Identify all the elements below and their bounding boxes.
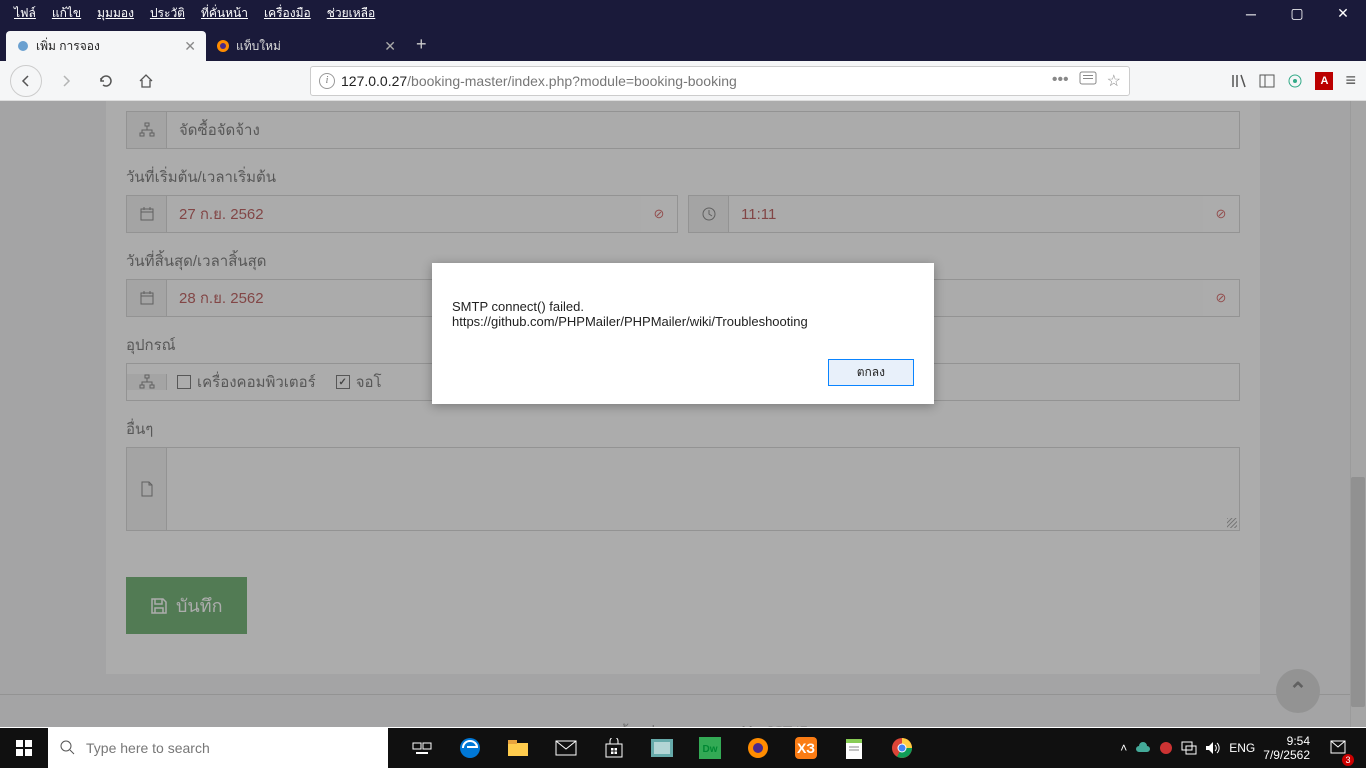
back-button[interactable] [10, 65, 42, 97]
store-icon[interactable] [590, 728, 638, 768]
tray-time: 9:54 [1263, 734, 1310, 748]
more-icon[interactable]: ••• [1052, 71, 1069, 91]
mail-icon[interactable] [542, 728, 590, 768]
menu-tools[interactable]: เครื่องมือ [258, 2, 317, 25]
task-view-icon[interactable] [398, 728, 446, 768]
library-icon[interactable] [1231, 73, 1247, 89]
tray-network-icon[interactable] [1181, 741, 1197, 755]
tab-inactive[interactable]: แท็บใหม่ ✕ [206, 31, 406, 61]
notepad-icon[interactable] [830, 728, 878, 768]
tab-inactive-title: แท็บใหม่ [236, 37, 281, 56]
url-host: 127.0.0.27 [341, 73, 407, 89]
addressbar: i 127.0.0.27 /booking-master/index.php?m… [0, 61, 1366, 101]
menu-file[interactable]: ไฟล์ [8, 2, 42, 25]
tab-close-icon[interactable]: ✕ [384, 38, 396, 55]
tray-volume-icon[interactable] [1205, 741, 1221, 755]
xampp-icon[interactable]: ΧЗ [782, 728, 830, 768]
tray-date: 7/9/2562 [1263, 748, 1310, 762]
tray-lang[interactable]: ENG [1229, 741, 1255, 755]
reader-icon[interactable] [1079, 71, 1097, 91]
sidebar-icon[interactable] [1259, 73, 1275, 89]
firefox-taskbar-icon[interactable] [734, 728, 782, 768]
firefox-icon [216, 39, 230, 53]
search-placeholder: Type here to search [86, 740, 210, 756]
chrome-icon[interactable] [878, 728, 926, 768]
alert-dialog: SMTP connect() failed. https://github.co… [432, 263, 934, 404]
menu-bookmarks[interactable]: ที่คั่นหน้า [195, 2, 254, 25]
windows-taskbar: Type here to search Dw ΧЗ ˄ ENG 9:54 7/9… [0, 728, 1366, 768]
notif-badge: 3 [1342, 754, 1354, 766]
menu-help[interactable]: ช่วยเหลือ [321, 2, 382, 25]
tray-cloud-icon[interactable] [1135, 742, 1151, 754]
window-controls: ─ ▢ ✕ [1228, 0, 1366, 27]
forward-button[interactable] [50, 65, 82, 97]
minimize-button[interactable]: ─ [1228, 0, 1274, 27]
taskbar-apps: Dw ΧЗ [398, 728, 926, 768]
close-button[interactable]: ✕ [1320, 0, 1366, 27]
home-button[interactable] [130, 65, 162, 97]
new-tab-button[interactable]: + [406, 34, 437, 55]
menu-view[interactable]: มุมมอง [91, 2, 140, 25]
dreamweaver-icon[interactable]: Dw [686, 728, 734, 768]
explorer-icon[interactable] [494, 728, 542, 768]
modal-overlay: SMTP connect() failed. https://github.co… [0, 101, 1366, 727]
tabbar: เพิ่ม การจอง ✕ แท็บใหม่ ✕ + [0, 27, 1366, 61]
tray-clock[interactable]: 9:54 7/9/2562 [1263, 734, 1310, 763]
notifications-button[interactable]: 3 [1318, 728, 1358, 768]
system-tray: ˄ ENG 9:54 7/9/2562 3 [1112, 728, 1366, 768]
elephant-icon [16, 39, 30, 53]
search-icon [60, 740, 76, 756]
tab-close-icon[interactable]: ✕ [184, 38, 196, 55]
toolbar-extensions: A ≡ [1231, 70, 1356, 91]
menu-history[interactable]: ประวัติ [144, 2, 191, 25]
edge-icon[interactable] [446, 728, 494, 768]
menu-items: ไฟล์ แก้ไข มุมมอง ประวัติ ที่คั่นหน้า เค… [8, 2, 381, 25]
tab-active[interactable]: เพิ่ม การจอง ✕ [6, 31, 206, 61]
url-actions: ••• ☆ [1052, 71, 1121, 91]
containers-icon[interactable] [1287, 73, 1303, 89]
url-input[interactable]: i 127.0.0.27 /booking-master/index.php?m… [310, 66, 1130, 96]
svg-text:Dw: Dw [703, 744, 718, 755]
menu-edit[interactable]: แก้ไข [46, 2, 87, 25]
app-icon-1[interactable] [638, 728, 686, 768]
alert-message: SMTP connect() failed. https://github.co… [432, 263, 934, 349]
tray-chevron-icon[interactable]: ˄ [1120, 741, 1127, 755]
alert-ok-button[interactable]: ตกลง [828, 359, 914, 386]
svg-text:ΧЗ: ΧЗ [797, 740, 815, 756]
tray-app-icon[interactable] [1159, 741, 1173, 755]
info-icon[interactable]: i [319, 73, 335, 89]
start-button[interactable] [0, 728, 48, 768]
menu-burger-icon[interactable]: ≡ [1345, 70, 1356, 91]
reload-button[interactable] [90, 65, 122, 97]
taskbar-search[interactable]: Type here to search [48, 728, 388, 768]
maximize-button[interactable]: ▢ [1274, 0, 1320, 27]
tab-active-title: เพิ่ม การจอง [36, 37, 100, 56]
bookmark-star-icon[interactable]: ☆ [1107, 71, 1121, 91]
acrobat-icon[interactable]: A [1315, 72, 1333, 90]
firefox-menubar: ไฟล์ แก้ไข มุมมอง ประวัติ ที่คั่นหน้า เค… [0, 0, 1366, 27]
url-path: /booking-master/index.php?module=booking… [407, 73, 737, 89]
page-viewport: จัดซื้อจัดจ้าง วันที่เริ่มต้น/เวลาเริ่มต… [0, 101, 1366, 727]
